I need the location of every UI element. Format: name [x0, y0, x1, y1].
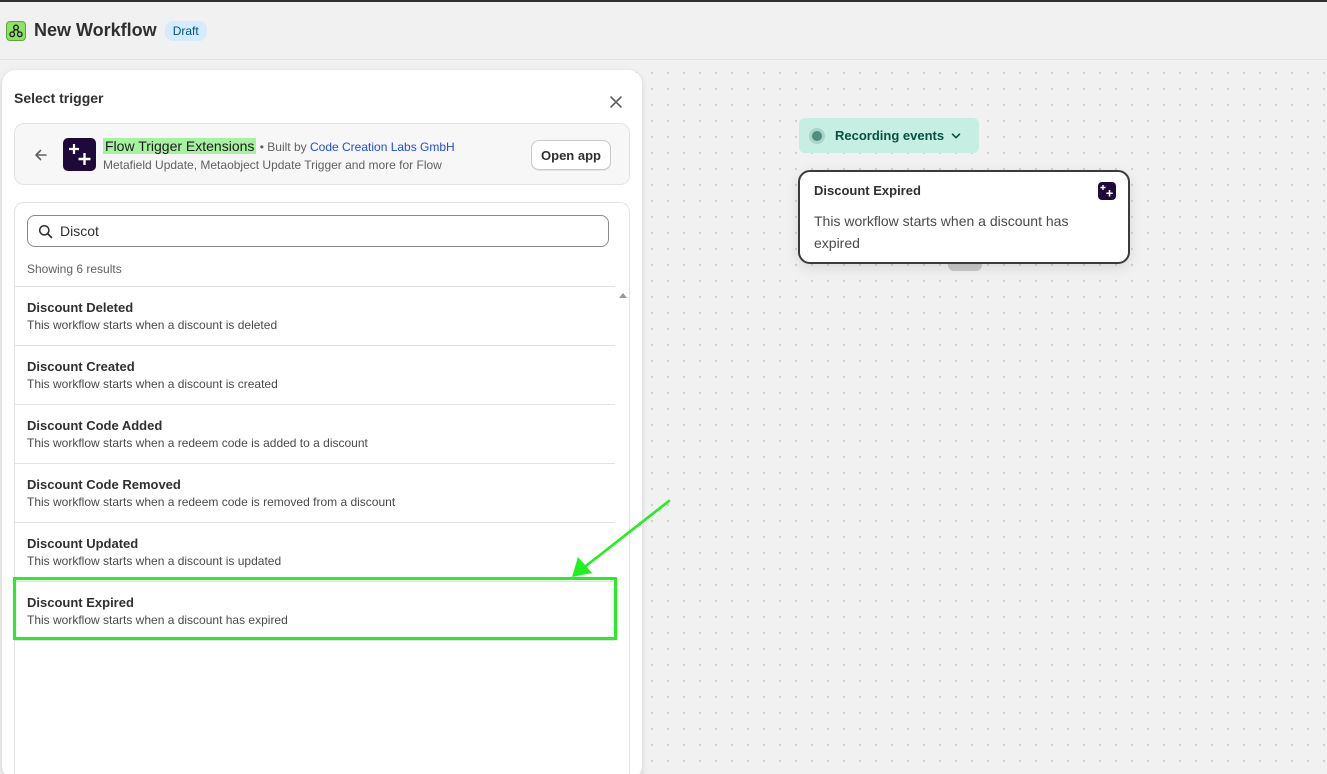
result-title: Discount Code Removed — [27, 477, 181, 492]
result-title: Discount Updated — [27, 536, 139, 551]
result-description: This workflow starts when a discount is … — [27, 554, 282, 568]
back-button[interactable] — [31, 145, 51, 165]
result-discount-code-added[interactable]: Discount Code Added This workflow starts… — [15, 405, 615, 464]
app-description: Metafield Update, Metaobject Update Trig… — [103, 158, 442, 172]
arrow-left-icon — [35, 149, 47, 161]
sparkle-plus-icon — [63, 138, 96, 171]
result-title: Discount Code Added — [27, 418, 163, 433]
result-description: This workflow starts when a discount is … — [27, 377, 278, 391]
app-name-line: Flow Trigger Extensions • Built by Code … — [103, 138, 455, 154]
trigger-node[interactable]: Discount Expired This workflow starts wh… — [798, 170, 1130, 264]
flow-app-icon — [6, 20, 26, 41]
search-input[interactable] — [60, 216, 600, 246]
annotation-arrow-icon — [572, 499, 671, 577]
result-discount-updated[interactable]: Discount Updated This workflow starts wh… — [15, 523, 615, 582]
chevron-down-icon — [951, 132, 961, 138]
trigger-list-container: Showing 6 results Discount Deleted This … — [14, 202, 630, 774]
recording-events-button[interactable]: Recording events — [799, 118, 979, 153]
panel-title: Select trigger — [14, 90, 104, 106]
close-icon — [610, 96, 622, 108]
result-description: This workflow starts when a discount is … — [27, 318, 278, 332]
app-card: Flow Trigger Extensions • Built by Code … — [14, 123, 630, 185]
top-bar: New Workflow Draft — [0, 0, 1327, 60]
sparkle-plus-icon — [1098, 182, 1116, 200]
workflow-title[interactable]: New Workflow — [34, 20, 157, 41]
highlight-annotation-box — [13, 577, 617, 640]
open-app-button[interactable]: Open app — [531, 140, 611, 170]
scroll-up-arrow-icon[interactable] — [618, 291, 628, 299]
app-name: Flow Trigger Extensions — [103, 138, 257, 154]
result-discount-code-removed[interactable]: Discount Code Removed This workflow star… — [15, 464, 615, 523]
result-description: This workflow starts when a redeem code … — [27, 495, 396, 509]
result-title: Discount Deleted — [27, 300, 134, 315]
close-button[interactable] — [606, 92, 626, 112]
result-discount-created[interactable]: Discount Created This workflow starts wh… — [15, 346, 615, 405]
recording-dot-icon — [809, 127, 825, 144]
search-field[interactable] — [27, 215, 609, 247]
result-discount-deleted[interactable]: Discount Deleted This workflow starts wh… — [15, 287, 615, 346]
result-title: Discount Created — [27, 359, 135, 374]
select-trigger-panel: Select trigger Flow Trigger Extensions •… — [2, 70, 642, 774]
result-description: This workflow starts when a redeem code … — [27, 436, 368, 450]
search-icon — [38, 224, 53, 239]
trigger-node-title: Discount Expired — [814, 183, 921, 198]
results-count: Showing 6 results — [27, 262, 122, 276]
status-badge: Draft — [164, 20, 207, 41]
developer-link[interactable]: Code Creation Labs GmbH — [310, 140, 455, 154]
trigger-node-description: This workflow starts when a discount has… — [814, 213, 1069, 251]
built-by-label: • Built by — [259, 140, 307, 154]
recording-events-label: Recording events — [835, 128, 945, 143]
